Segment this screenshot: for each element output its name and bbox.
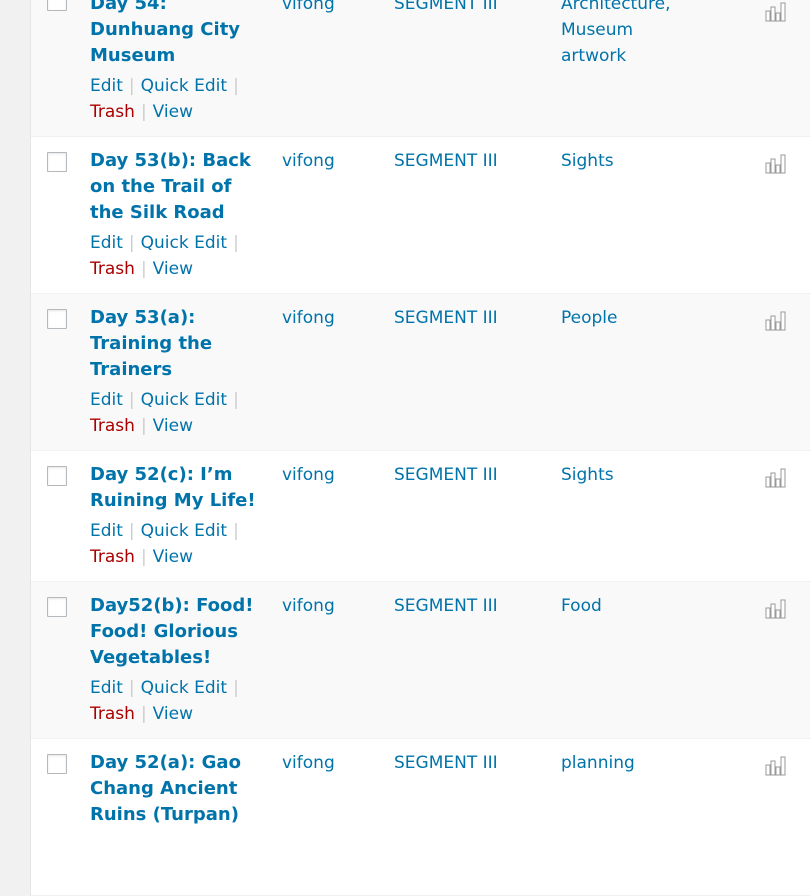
trash-link[interactable]: Trash	[90, 416, 135, 436]
quick-edit-link[interactable]: Quick Edit	[141, 678, 227, 698]
post-row: Day52(b): Food! Food! Glorious Vegetable…	[31, 582, 810, 739]
post-row: Day 52(a): Gao Chang Ancient Ruins (Turp…	[31, 739, 810, 896]
separator: |	[140, 102, 147, 122]
post-title-link[interactable]: Day 52(a): Gao Chang Ancient Ruins (Turp…	[90, 750, 265, 828]
edit-link[interactable]: Edit	[90, 678, 123, 698]
quick-edit-link[interactable]: Quick Edit	[141, 390, 227, 410]
row-select-checkbox[interactable]	[47, 309, 67, 329]
bar-chart-icon[interactable]	[765, 311, 787, 331]
bar-chart-icon[interactable]	[765, 599, 787, 619]
separator: |	[233, 678, 239, 698]
tags-link[interactable]: Food	[561, 593, 701, 619]
separator: |	[140, 704, 147, 724]
category-link[interactable]: SEGMENT III	[394, 0, 498, 17]
author-link[interactable]: vifong	[282, 148, 335, 174]
trash-link[interactable]: Trash	[90, 547, 135, 567]
row-select-checkbox[interactable]	[47, 152, 67, 172]
author-link[interactable]: vifong	[282, 462, 335, 488]
row-select-checkbox[interactable]	[47, 597, 67, 617]
post-title-link[interactable]: Day 52(c): I’m Ruining My Life!	[90, 462, 265, 514]
posts-list-table: Day 54: Dunhuang City Museum Edit | Quick …	[30, 0, 810, 896]
category-link[interactable]: SEGMENT III	[394, 462, 498, 488]
post-row: Day 53(b): Back on the Trail of the Silk…	[31, 137, 810, 294]
author-link[interactable]: vifong	[282, 750, 335, 776]
category-link[interactable]: SEGMENT III	[394, 593, 498, 619]
edit-link[interactable]: Edit	[90, 390, 123, 410]
separator: |	[128, 390, 135, 410]
author-link[interactable]: vifong	[282, 305, 335, 331]
view-link[interactable]: View	[153, 102, 193, 122]
row-actions: Edit | Quick Edit | Trash | View	[90, 230, 270, 282]
row-select-checkbox[interactable]	[47, 0, 67, 11]
separator: |	[233, 76, 239, 96]
separator: |	[233, 390, 239, 410]
category-link[interactable]: SEGMENT III	[394, 305, 498, 331]
tags-link[interactable]: Architecture, Museum artwork	[561, 0, 701, 69]
row-select-checkbox[interactable]	[47, 466, 67, 486]
row-actions: Edit | Quick Edit | Trash | View	[90, 518, 270, 570]
post-row: Day 52(c): I’m Ruining My Life! Edit | Qui…	[31, 451, 810, 582]
edit-link[interactable]: Edit	[90, 76, 123, 96]
quick-edit-link[interactable]: Quick Edit	[141, 76, 227, 96]
separator: |	[128, 233, 135, 253]
edit-link[interactable]: Edit	[90, 233, 123, 253]
post-row: Day 54: Dunhuang City Museum Edit | Quick …	[31, 0, 810, 137]
post-title-link[interactable]: Day 53(b): Back on the Trail of the Silk…	[90, 148, 265, 226]
row-select-checkbox[interactable]	[47, 754, 67, 774]
bar-chart-icon[interactable]	[765, 756, 787, 776]
admin-menu-edge	[0, 0, 30, 810]
separator: |	[128, 76, 135, 96]
tags-link[interactable]: People	[561, 305, 701, 331]
view-link[interactable]: View	[153, 547, 193, 567]
view-link[interactable]: View	[153, 704, 193, 724]
row-actions: Edit | Quick Edit | Trash | View	[90, 675, 270, 727]
bar-chart-icon[interactable]	[765, 468, 787, 488]
bar-chart-icon[interactable]	[765, 2, 787, 22]
row-actions: Edit | Quick Edit | Trash | View	[90, 387, 270, 439]
separator: |	[233, 233, 239, 253]
trash-link[interactable]: Trash	[90, 704, 135, 724]
tags-link[interactable]: Sights	[561, 148, 701, 174]
tags-link[interactable]: planning	[561, 750, 701, 776]
separator: |	[140, 547, 147, 567]
tags-link[interactable]: Sights	[561, 462, 701, 488]
bar-chart-icon[interactable]	[765, 154, 787, 174]
category-link[interactable]: SEGMENT III	[394, 148, 498, 174]
trash-link[interactable]: Trash	[90, 259, 135, 279]
separator: |	[140, 259, 147, 279]
post-row: Day 53(a): Training the Trainers Edit | Qu…	[31, 294, 810, 451]
post-title-link[interactable]: Day 53(a): Training the Trainers	[90, 305, 265, 383]
view-link[interactable]: View	[153, 416, 193, 436]
separator: |	[233, 521, 239, 541]
author-link[interactable]: vifong	[282, 0, 335, 17]
trash-link[interactable]: Trash	[90, 102, 135, 122]
post-title-link[interactable]: Day 54: Dunhuang City Museum	[90, 0, 265, 69]
edit-link[interactable]: Edit	[90, 521, 123, 541]
separator: |	[128, 678, 135, 698]
row-actions: Edit | Quick Edit | Trash | View	[90, 73, 270, 125]
quick-edit-link[interactable]: Quick Edit	[141, 521, 227, 541]
separator: |	[128, 521, 135, 541]
category-link[interactable]: SEGMENT III	[394, 750, 498, 776]
post-title-link[interactable]: Day52(b): Food! Food! Glorious Vegetable…	[90, 593, 265, 671]
quick-edit-link[interactable]: Quick Edit	[141, 233, 227, 253]
author-link[interactable]: vifong	[282, 593, 335, 619]
separator: |	[140, 416, 147, 436]
view-link[interactable]: View	[153, 259, 193, 279]
